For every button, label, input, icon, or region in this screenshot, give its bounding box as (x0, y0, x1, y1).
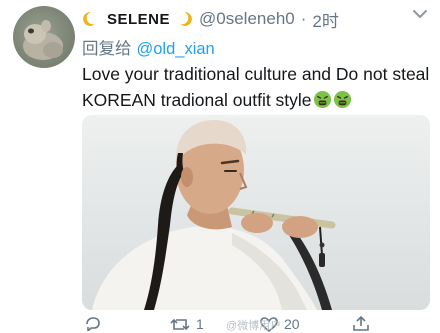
reply-button[interactable] (84, 316, 102, 331)
tweet-media-image[interactable] (82, 115, 430, 310)
tweet-body: Love your traditional culture and Do not… (82, 64, 430, 110)
reply-icon (86, 317, 100, 331)
reply-mention-link[interactable]: @old_xian (137, 40, 215, 58)
like-count: 20 (284, 316, 300, 332)
retweet-count: 1 (196, 316, 204, 332)
reply-context: 回复给 @old_xian (82, 35, 215, 59)
crescent-moon-icon (180, 11, 192, 26)
photo-content (82, 115, 430, 310)
nauseated-face-icon (313, 90, 331, 109)
share-button[interactable] (352, 316, 370, 331)
tweet-timestamp[interactable]: 2时 (312, 7, 338, 32)
retweet-button[interactable]: 1 (170, 316, 204, 332)
tweet-header: SELENE @0seleneh0 · 2时 (82, 7, 402, 31)
avatar[interactable] (13, 6, 75, 68)
display-name[interactable]: SELENE (107, 11, 170, 28)
tweet-text: Love your traditional culture and Do not… (82, 61, 432, 113)
crescent-moon-icon (83, 11, 95, 26)
nauseated-face-icon (333, 90, 351, 109)
share-icon (353, 316, 369, 331)
user-handle[interactable]: @0seleneh0 (199, 9, 295, 29)
chevron-down-icon[interactable] (411, 7, 429, 21)
retweet-icon (170, 318, 190, 330)
avatar-image (23, 20, 63, 60)
reply-prefix: 回复给 (82, 40, 132, 58)
separator-dot: · (300, 9, 307, 28)
